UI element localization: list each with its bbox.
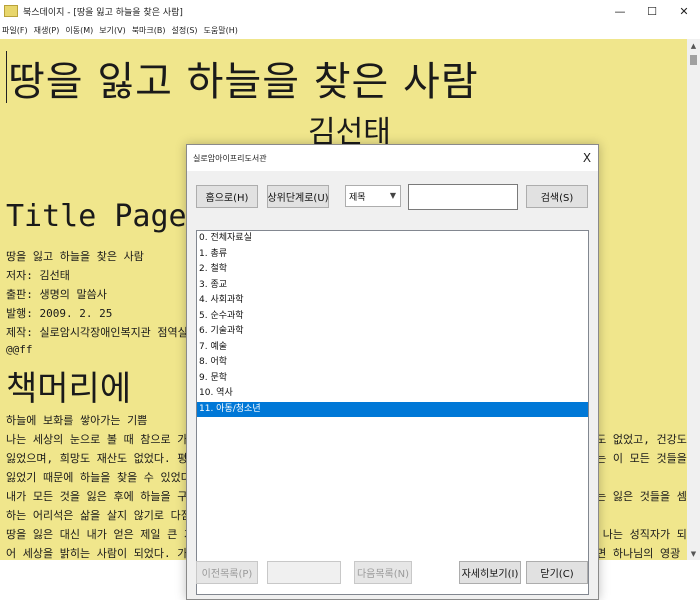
body-line-fragment: 다면 하나님의 영광	[586, 547, 681, 560]
scroll-up-icon[interactable]: ▲	[687, 39, 700, 52]
list-item[interactable]: 9. 문학	[197, 371, 588, 387]
scroll-thumb[interactable]	[690, 55, 697, 65]
menu-view[interactable]: 보기(V)	[99, 25, 125, 36]
list-item[interactable]: 0. 전체자료실	[197, 231, 588, 247]
meta-marker: @@ff	[6, 343, 33, 356]
meta-book-title: 땅을 잃고 하늘을 찾은 사람	[6, 250, 144, 263]
body-line-fragment: 은 나는 성직자가 되	[586, 528, 687, 541]
window-title: 북스데이지 - [땅을 잃고 하늘을 찾은 사람]	[23, 7, 183, 18]
next-list-button[interactable]: 다음목록(N)	[354, 561, 412, 584]
maximize-button[interactable]: ☐	[636, 0, 668, 22]
chevron-down-icon: ▼	[389, 191, 396, 200]
dialog-title-bar: 실로암아이프리도서관 X	[187, 145, 598, 171]
menu-file[interactable]: 파일(F)	[2, 25, 28, 36]
meta-producer: 제작: 실로암시각장애인복지관 점역실	[6, 326, 188, 339]
meta-publisher: 출판: 생명의 말씀사	[6, 288, 107, 301]
list-item[interactable]: 3. 종교	[197, 278, 588, 294]
app-book-icon	[4, 5, 18, 17]
body-line: 잃었기 때문에 하늘을 찾을 수 있었다.	[6, 471, 198, 484]
title-bar: 북스데이지 - [땅을 잃고 하늘을 찾은 사람] — ☐ ✕	[0, 0, 700, 22]
list-item[interactable]: 5. 순수과학	[197, 309, 588, 325]
body-line: 땅을 잃은 대신 내가 얻은 제일 큰 기쁨	[6, 528, 205, 541]
home-button[interactable]: 홈으로(H)	[196, 185, 258, 208]
menu-play[interactable]: 재생(P)	[34, 25, 60, 36]
minimize-button[interactable]: —	[604, 0, 636, 22]
body-line: 잃었으며, 희망도 재산도 없었다. 평범했	[6, 452, 208, 465]
document-title: 땅을 잃고 하늘을 찾은 사람	[8, 59, 479, 105]
list-item[interactable]: 4. 사회과학	[197, 293, 588, 309]
list-item-selected[interactable]: 11. 아동/청소년	[197, 401, 588, 417]
library-dialog: 실로암아이프리도서관 X 홈으로(H) 상위단계로(U) 제목 ▼ 검색(S) …	[186, 144, 599, 600]
list-item[interactable]: 8. 어학	[197, 355, 588, 371]
list-item[interactable]: 2. 철학	[197, 262, 588, 278]
category-list[interactable]: 0. 전체자료실 1. 총류 2. 철학 3. 종교 4. 사회과학 5. 순수…	[196, 230, 589, 595]
list-item[interactable]: 6. 기술과학	[197, 324, 588, 340]
menu-settings[interactable]: 설정(S)	[172, 25, 198, 36]
close-dialog-button[interactable]: 닫기(C)	[526, 561, 588, 584]
body-line: 내가 모든 것을 잃은 후에 하늘을 구하는	[6, 490, 208, 503]
body-line-fragment: 하는 잃은 것들을 셈	[586, 490, 687, 503]
menu-bar: 파일(F) 재생(P) 이동(M) 보기(V) 북마크(B) 설정(S) 도움말…	[0, 22, 700, 39]
page-input[interactable]	[267, 561, 341, 584]
menu-help[interactable]: 도움말(H)	[204, 25, 238, 36]
details-button[interactable]: 자세히보기(I)	[459, 561, 521, 584]
dialog-close-icon[interactable]: X	[579, 149, 595, 167]
search-field-select[interactable]: 제목 ▼	[345, 185, 401, 207]
body-line-fragment: 력도 없었고, 건강도	[586, 433, 687, 446]
meta-author: 저자: 김선태	[6, 269, 70, 282]
title-page-heading: Title Page	[6, 199, 187, 234]
vertical-scrollbar[interactable]: ▲ ▼	[687, 39, 700, 560]
search-button[interactable]: 검색(S)	[526, 185, 588, 208]
body-line: 하는 어리석은 삶을 살지 않기로 다짐했	[6, 509, 202, 522]
meta-date: 발행: 2009. 2. 25	[6, 307, 113, 320]
list-item[interactable]: 10. 역사	[197, 386, 588, 402]
window-controls: — ☐ ✕	[604, 0, 700, 22]
dialog-title: 실로암아이프리도서관	[193, 154, 267, 163]
text-caret	[6, 51, 7, 103]
body-line: 나는 세상의 눈으로 볼 때 참으로 가난했	[6, 433, 208, 446]
list-item[interactable]: 1. 총류	[197, 247, 588, 263]
body-line-fragment: 나는 이 모든 것들을	[586, 452, 687, 465]
up-level-button[interactable]: 상위단계로(U)	[267, 185, 329, 208]
preface-heading: 책머리에	[6, 369, 132, 409]
search-field-value: 제목	[349, 192, 366, 203]
menu-move[interactable]: 이동(M)	[65, 25, 93, 36]
body-line: 하늘에 보화를 쌓아가는 기쁨	[6, 414, 148, 427]
body-line: 어 세상을 밝히는 사람이 되었다. 가진	[6, 547, 198, 560]
scroll-down-icon[interactable]: ▼	[687, 547, 700, 560]
search-input[interactable]	[408, 184, 518, 210]
list-item[interactable]: 7. 예술	[197, 340, 588, 356]
menu-bookmark[interactable]: 북마크(B)	[132, 25, 166, 36]
prev-list-button[interactable]: 이전목록(P)	[196, 561, 258, 584]
close-window-button[interactable]: ✕	[668, 0, 700, 22]
